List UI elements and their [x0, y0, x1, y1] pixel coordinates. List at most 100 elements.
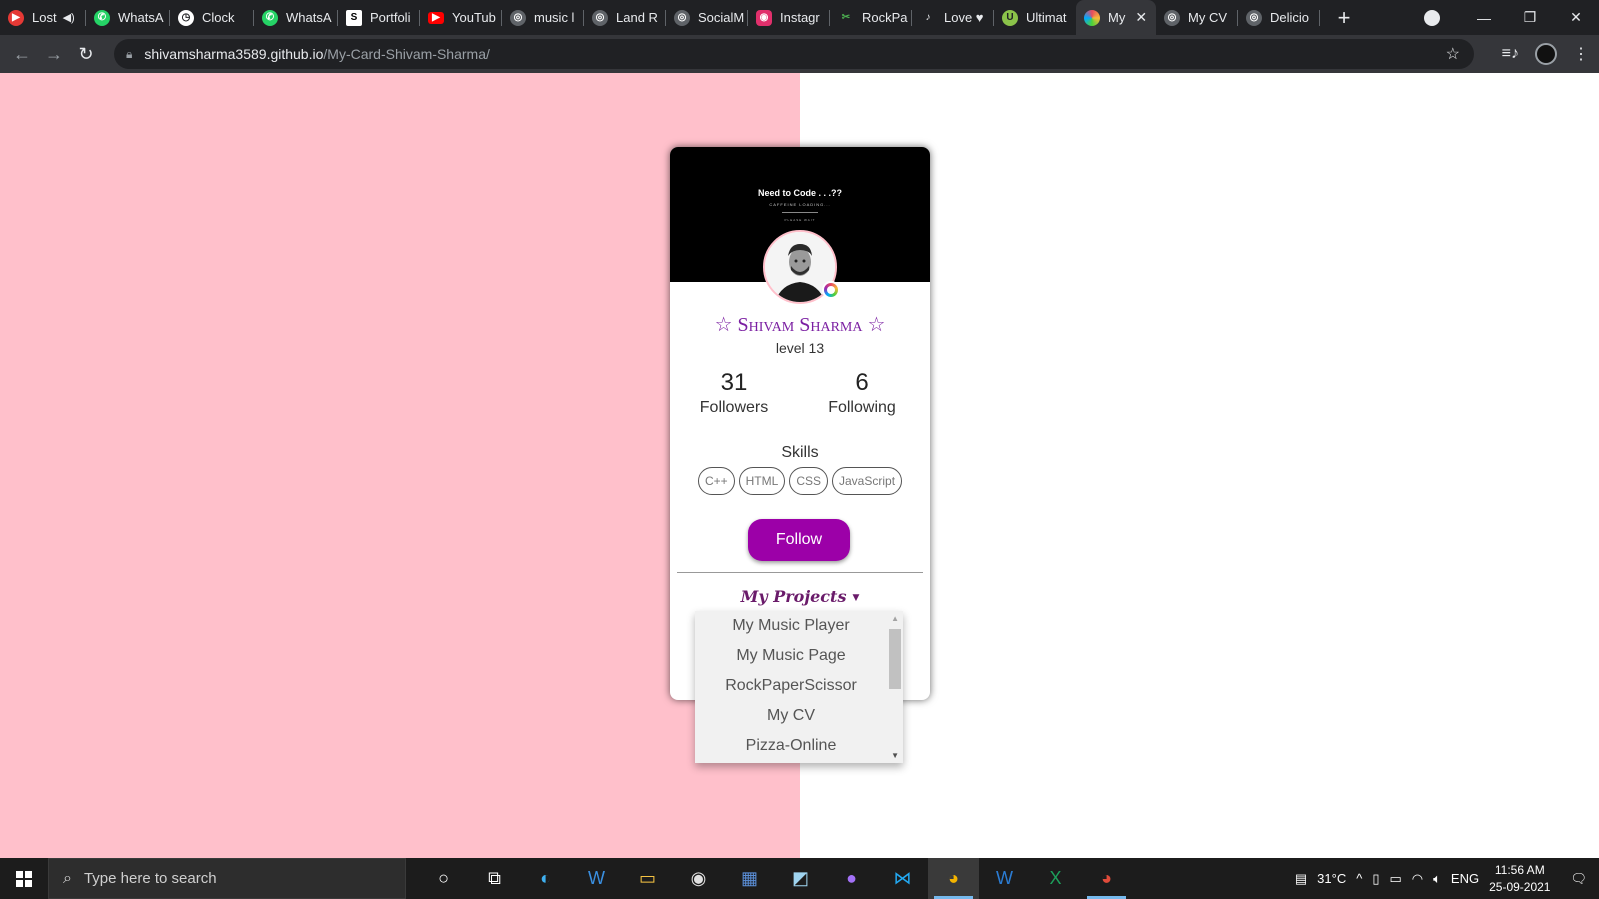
windows-taskbar: ⌕ Type here to search ○ ⧉ ◐ W ▭ ◉ ▦ ◩ ● … [0, 858, 1599, 899]
groove-music-icon[interactable]: ◉ [673, 858, 724, 899]
tab-youtube[interactable]: ▶ YouTub [420, 0, 502, 35]
task-view-icon[interactable]: ⧉ [469, 858, 520, 899]
scroll-up-icon[interactable]: ▲ [891, 614, 899, 623]
youtube-music-icon: ▶ [8, 9, 24, 26]
profile-name: ☆ Shivam Sharma ☆ [714, 314, 886, 336]
following-label: Following [828, 399, 896, 416]
tab-land[interactable]: ◎ Land R [584, 0, 666, 35]
skills-title: Skills [781, 444, 819, 461]
banner-title: Need to Code . . .?? [757, 188, 842, 198]
taskbar-search-box[interactable]: ⌕ Type here to search [48, 858, 406, 899]
caret-down-icon: ▼ [852, 592, 860, 603]
globe-icon: ◎ [592, 9, 608, 26]
project-item[interactable]: RockPaperScissor [695, 671, 887, 701]
calculator-icon[interactable]: ▦ [724, 858, 775, 899]
tab-my-cv[interactable]: ◎ My CV [1156, 0, 1238, 35]
system-tray: ▤ 31°C ^ ▯ ▭ ◠ 🔈︎ ENG 11:56 AM 25-09-202… [1295, 858, 1599, 899]
project-item[interactable]: My CV [695, 701, 887, 731]
tab-ultimate[interactable]: U Ultimat [994, 0, 1076, 35]
tab-search-icon[interactable] [1424, 10, 1440, 26]
sticky-notes-icon[interactable]: ◩ [775, 858, 826, 899]
vscode-icon[interactable]: ⋈ [877, 858, 928, 899]
notification-icon[interactable]: 🗨︎ [1570, 871, 1587, 887]
file-explorer-icon[interactable]: ▭ [622, 858, 673, 899]
whatsapp-icon: ✆ [262, 9, 278, 26]
tab-lost[interactable]: ▶ Lost ◀) [0, 0, 86, 35]
restore-icon[interactable]: ❐ [1507, 9, 1553, 26]
projects-title: My Projects [740, 587, 847, 606]
search-icon: ⌕ [63, 869, 72, 887]
tab-portfolio[interactable]: S Portfoli [338, 0, 420, 35]
project-item[interactable]: My Music Player [695, 611, 887, 641]
tab-music[interactable]: ◎ music l [502, 0, 584, 35]
chrome-canary-icon[interactable]: ◕ [1081, 858, 1132, 899]
new-tab-button[interactable]: + [1332, 5, 1356, 31]
bookmark-star-icon[interactable]: ☆ [1446, 44, 1460, 64]
profile-level: level 13 [775, 340, 825, 356]
back-icon[interactable]: ← [6, 44, 38, 65]
globe-icon: ◎ [510, 9, 526, 26]
project-item[interactable]: My Music Page [695, 641, 887, 671]
tab-whatsapp-1[interactable]: ✆ WhatsA [86, 0, 170, 35]
audio-playing-icon[interactable]: ◀) [63, 11, 75, 24]
lock-icon[interactable]: 🔒︎ [126, 47, 132, 62]
skill-badge: C++ [697, 467, 735, 495]
followers-count: 31 [720, 369, 748, 396]
dropdown-scrollbar[interactable]: ▲ ▼ [887, 611, 903, 763]
language-indicator[interactable]: ENG [1451, 871, 1479, 886]
edge-icon[interactable]: ◐ [520, 858, 571, 899]
word-icon[interactable]: W [979, 858, 1030, 899]
chevron-up-icon[interactable]: ^ [1356, 871, 1362, 886]
temperature[interactable]: 31°C [1317, 871, 1346, 886]
follow-button[interactable]: Follow [748, 519, 850, 561]
excel-icon[interactable]: X [1030, 858, 1081, 899]
tab-love[interactable]: ♪ Love ♥ [912, 0, 994, 35]
globe-icon: ◎ [674, 9, 690, 26]
project-item[interactable]: Pizza-Online [695, 731, 887, 761]
ultimate-icon: U [1002, 9, 1018, 26]
clock[interactable]: 11:56 AM 25-09-2021 [1489, 862, 1550, 896]
tab-clock[interactable]: ◷ Clock [170, 0, 254, 35]
tab-whatsapp-2[interactable]: ✆ WhatsA [254, 0, 338, 35]
reload-icon[interactable]: ↻ [70, 44, 102, 65]
globe-icon: ◎ [1246, 9, 1262, 26]
portfolio-icon: S [346, 9, 362, 26]
tab-delicious[interactable]: ◎ Delicio [1238, 0, 1320, 35]
projects-dropdown-toggle[interactable]: My Projects ▼ [670, 587, 930, 606]
waves-icon[interactable]: W [571, 858, 622, 899]
chrome-taskbar-icon[interactable]: ◕ [928, 858, 979, 899]
divider [677, 572, 923, 573]
volume-icon[interactable]: 🔈︎ [1433, 871, 1441, 887]
tab-instagram[interactable]: ◉ Instagr [748, 0, 830, 35]
profile-avatar[interactable] [1535, 43, 1557, 65]
github-desktop-icon[interactable]: ● [826, 858, 877, 899]
wifi-icon[interactable]: ◠ [1412, 871, 1423, 887]
banner-wait-text: PLEASE WAIT [784, 218, 816, 222]
browser-toolbar: ← → ↻ 🔒︎ shivamsharma3589.github.io/My-C… [0, 35, 1599, 73]
scrollbar-thumb[interactable] [889, 629, 901, 689]
tab-rockpaper[interactable]: ✂ RockPa [830, 0, 912, 35]
menu-kebab-icon[interactable]: ⋮ [1573, 44, 1589, 64]
scroll-down-icon[interactable]: ▼ [891, 751, 899, 760]
close-window-icon[interactable]: ✕ [1553, 9, 1599, 26]
following-count: 6 [855, 369, 869, 396]
status-ring-icon [822, 281, 840, 299]
browser-tab-strip: ▶ Lost ◀) ✆ WhatsA ◷ Clock ✆ WhatsA S Portfoli… [0, 0, 1599, 35]
close-tab-icon[interactable]: ✕ [1135, 9, 1147, 26]
windows-start-icon[interactable] [0, 858, 48, 899]
followers-stat: 31 Followers [679, 369, 789, 417]
whatsapp-icon: ✆ [94, 9, 110, 26]
media-control-icon[interactable]: ≡♪ [1502, 45, 1519, 63]
cortana-icon[interactable]: ○ [418, 858, 469, 899]
address-bar[interactable]: 🔒︎ shivamsharma3589.github.io/My-Card-Sh… [114, 39, 1474, 69]
minimize-icon[interactable]: — [1461, 10, 1507, 26]
skill-badge: HTML [738, 467, 786, 495]
device-icon[interactable]: ▯ [1372, 871, 1379, 887]
battery-icon[interactable]: ▭ [1389, 871, 1401, 887]
tab-my-card[interactable]: My ✕ [1076, 0, 1156, 35]
love-icon: ♪ [925, 12, 931, 23]
tab-socialm[interactable]: ◎ SocialM [666, 0, 748, 35]
weather-icon[interactable]: ▤ [1295, 871, 1307, 887]
page-viewport: Need to Code . . .?? CAFFEINE LOADING...… [0, 73, 1599, 858]
forward-icon[interactable]: → [38, 44, 70, 65]
